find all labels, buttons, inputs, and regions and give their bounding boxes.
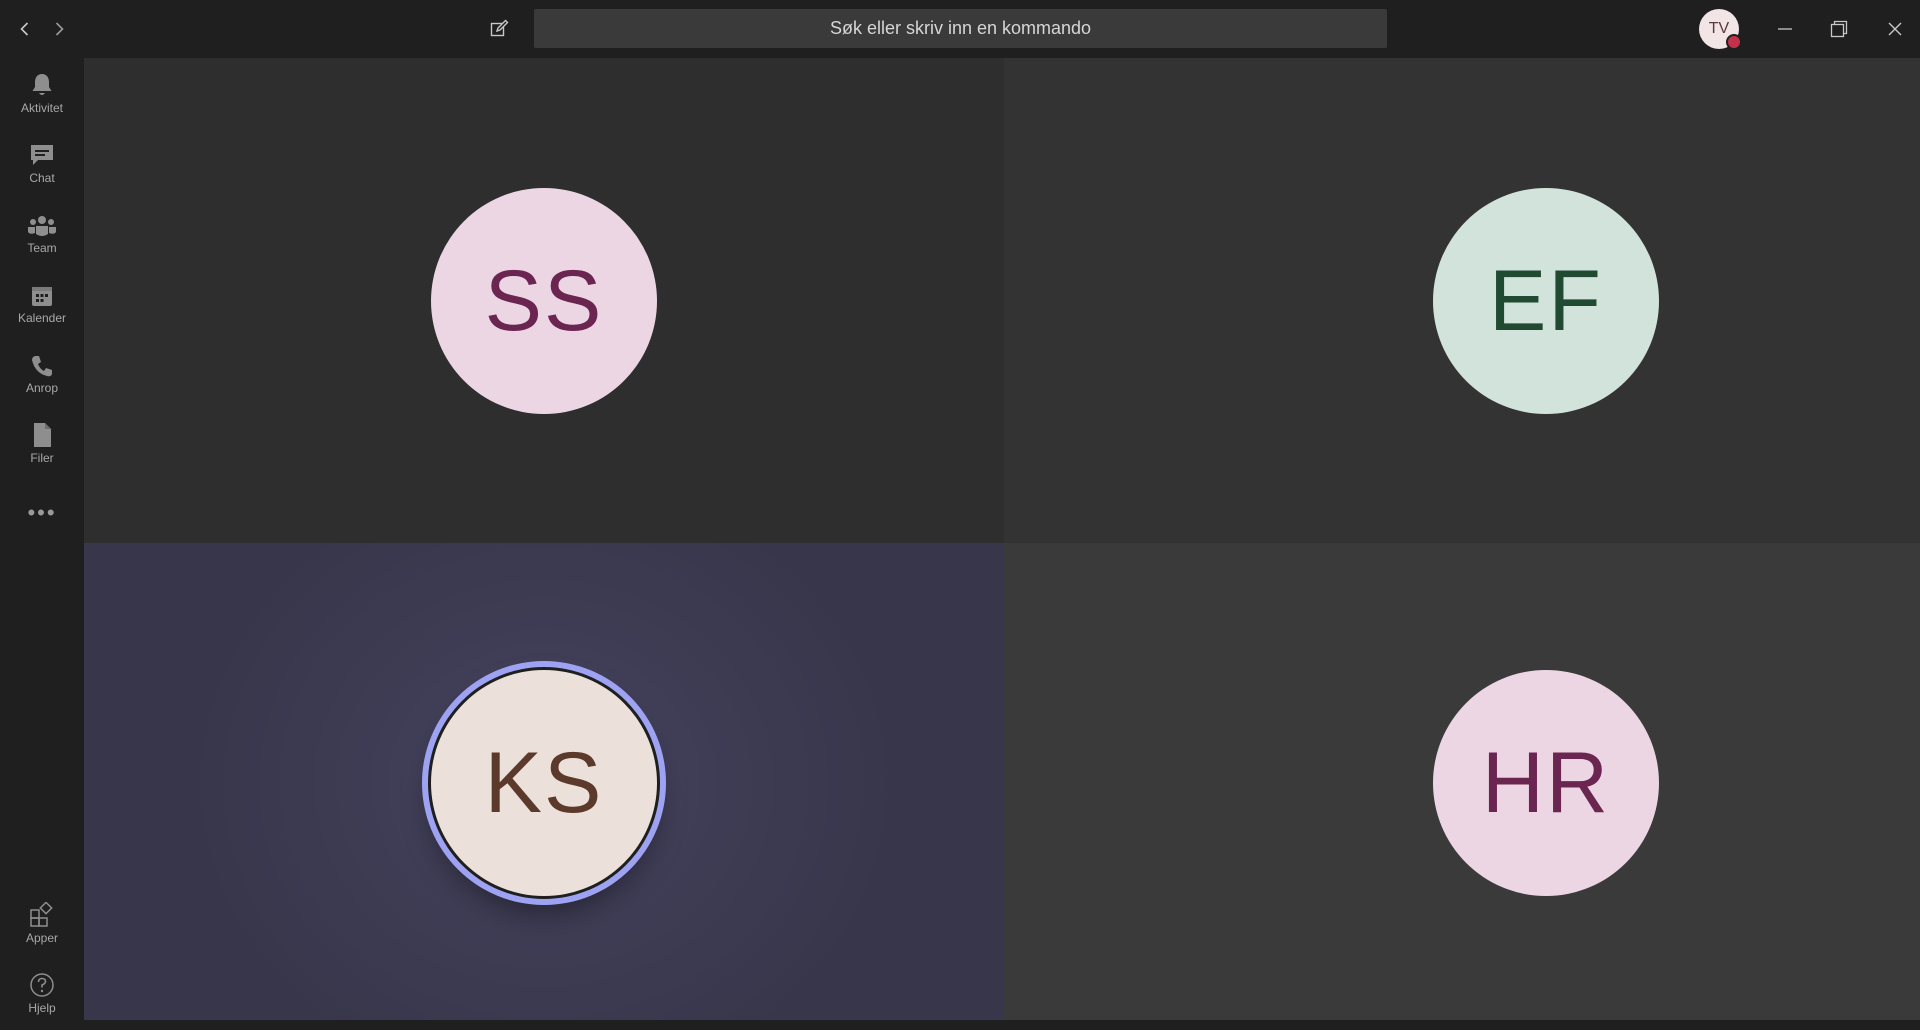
- chevron-left-icon: [20, 22, 29, 36]
- rail-item-help[interactable]: Hjelp: [0, 968, 84, 1030]
- participant-initials: HR: [1481, 734, 1611, 831]
- compose-button[interactable]: [484, 14, 514, 44]
- rail-item-label: Chat: [29, 171, 55, 185]
- more-apps-button[interactable]: •••: [0, 498, 84, 528]
- participant-tile[interactable]: SS: [84, 58, 1004, 543]
- participant-tile-speaking[interactable]: KS: [84, 543, 1004, 1020]
- participant-avatar: EF: [1433, 188, 1659, 414]
- file-icon: [34, 423, 51, 447]
- rail-item-teams[interactable]: Team: [0, 208, 84, 270]
- participant-avatar: HR: [1433, 670, 1659, 896]
- search-input[interactable]: Søk eller skriv inn en kommando: [534, 9, 1387, 48]
- title-bar: Søk eller skriv inn en kommando TV: [0, 0, 1920, 58]
- participant-tile[interactable]: EF: [1004, 58, 1920, 543]
- participant-avatar: SS: [431, 188, 657, 414]
- app-rail: Aktivitet Chat Team Kalender Anrop Filer…: [0, 58, 84, 1020]
- forward-button[interactable]: [44, 14, 74, 44]
- close-window-button[interactable]: [1872, 10, 1918, 48]
- rail-item-label: Hjelp: [28, 1001, 56, 1015]
- profile-initials: TV: [1708, 20, 1730, 37]
- rail-item-label: Anrop: [25, 381, 59, 395]
- teams-icon: [28, 216, 56, 236]
- presence-busy-indicator: [1726, 34, 1742, 50]
- search-placeholder: Søk eller skriv inn en kommando: [829, 18, 1092, 38]
- rail-item-files[interactable]: Filer: [0, 418, 84, 480]
- help-icon: [30, 973, 54, 997]
- participant-tile[interactable]: HR: [1004, 543, 1920, 1020]
- profile-avatar[interactable]: TV: [1699, 9, 1742, 50]
- meeting-stage: SS EF KS HR: [84, 58, 1920, 1020]
- rail-item-label: Team: [27, 241, 57, 255]
- rail-item-calls[interactable]: Anrop: [0, 348, 84, 410]
- participant-initials: SS: [484, 252, 604, 349]
- participant-initials: EF: [1489, 252, 1603, 349]
- rail-item-label: Aktivitet: [20, 101, 63, 115]
- close-icon: [1888, 22, 1902, 36]
- calendar-icon: [32, 287, 52, 306]
- minimize-icon: [1778, 28, 1792, 30]
- minimize-button[interactable]: [1762, 10, 1808, 48]
- apps-icon: [30, 902, 53, 927]
- rail-item-label: Apper: [25, 931, 59, 945]
- restore-button[interactable]: [1816, 10, 1862, 48]
- chat-icon: [31, 145, 53, 165]
- phone-icon: [32, 356, 52, 377]
- rail-item-chat[interactable]: Chat: [0, 138, 84, 200]
- rail-item-label: Kalender: [17, 311, 67, 325]
- more-icon: •••: [27, 500, 57, 525]
- rail-item-calendar[interactable]: Kalender: [0, 278, 84, 340]
- back-button[interactable]: [10, 14, 40, 44]
- chevron-right-icon: [55, 22, 64, 36]
- bell-icon: [32, 74, 52, 95]
- rail-item-apps[interactable]: Apper: [0, 898, 84, 960]
- participant-initials: KS: [484, 734, 604, 831]
- rail-item-label: Filer: [30, 451, 54, 465]
- restore-icon: [1830, 20, 1848, 38]
- compose-icon: [490, 19, 509, 37]
- rail-item-activity[interactable]: Aktivitet: [0, 68, 84, 130]
- participant-avatar-speaking: KS: [431, 670, 657, 896]
